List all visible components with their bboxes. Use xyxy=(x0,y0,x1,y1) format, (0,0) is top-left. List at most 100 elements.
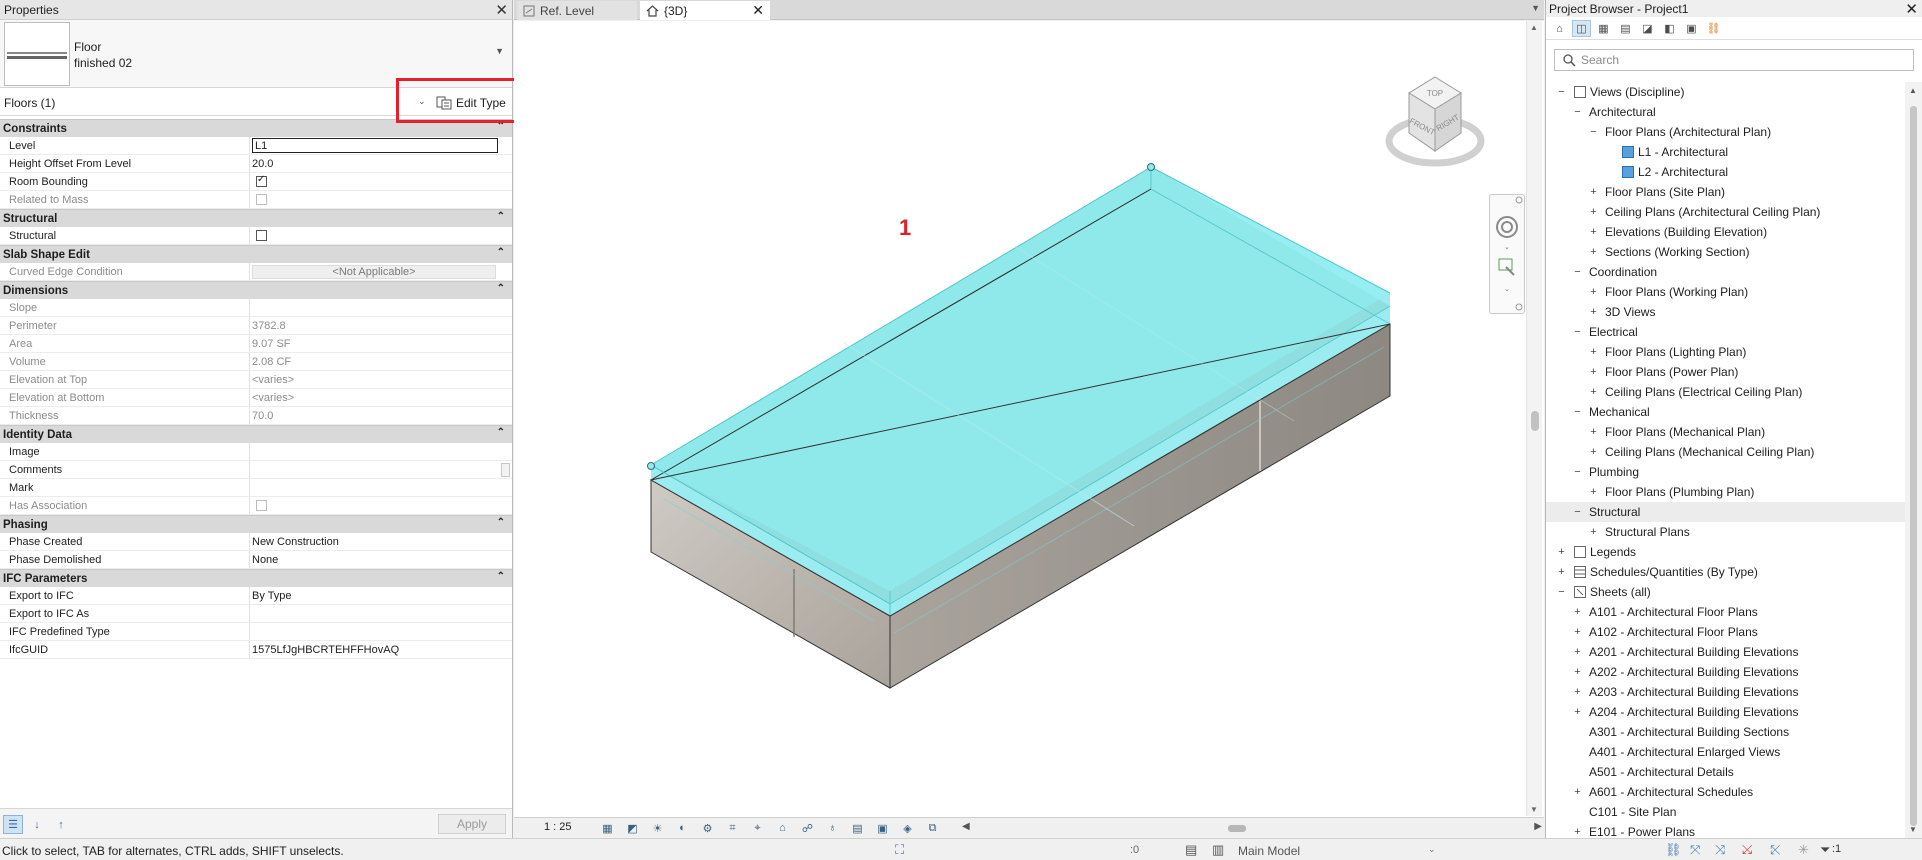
tree-item[interactable]: − Floor Plans (Architectural Plan) xyxy=(1546,122,1906,142)
export-ifc-as-field[interactable] xyxy=(250,605,512,622)
select-pinned-icon[interactable]: ⤨ xyxy=(1715,842,1725,858)
phase-created-field[interactable]: New Construction xyxy=(250,533,512,550)
expand-icon[interactable]: + xyxy=(1588,306,1599,318)
filter-icon[interactable]: ⏷ xyxy=(1820,842,1830,858)
tree-item[interactable]: + Structural Plans xyxy=(1546,522,1906,542)
tab-ref-level[interactable]: Ref. Level xyxy=(517,1,637,20)
expand-icon[interactable]: + xyxy=(1556,546,1567,558)
collapse-icon[interactable]: ⌃ xyxy=(497,517,505,528)
temporary-properties-icon[interactable]: ▣ xyxy=(873,820,892,836)
tree-item[interactable]: + Schedules/Quantities (By Type) xyxy=(1546,562,1906,582)
tab-3d[interactable]: {3D} ✕ xyxy=(640,1,770,20)
scroll-thumb[interactable] xyxy=(1910,106,1917,826)
expand-icon[interactable]: + xyxy=(1588,186,1599,198)
scroll-down-icon[interactable]: ▼ xyxy=(1530,805,1538,814)
collapse-icon[interactable]: − xyxy=(1588,126,1599,138)
tree-item[interactable]: − Mechanical xyxy=(1546,402,1906,422)
expand-icon[interactable]: + xyxy=(1588,286,1599,298)
tree-item[interactable]: +C101 - Site Plan xyxy=(1546,802,1906,822)
expand-icon[interactable]: + xyxy=(1588,446,1599,458)
close-icon[interactable]: ✕ xyxy=(495,1,508,19)
height-offset-field[interactable]: 20.0 xyxy=(250,155,512,172)
sort-descending-icon[interactable]: ↑ xyxy=(51,815,71,834)
viewport-horizontal-scrollbar[interactable]: ◀ ▶ xyxy=(962,821,1542,835)
design-options-icon[interactable]: ▤ xyxy=(1185,842,1197,858)
tree-item[interactable]: − Electrical xyxy=(1546,322,1906,342)
collapse-icon[interactable]: ⌃ xyxy=(497,427,505,438)
expand-icon[interactable]: + xyxy=(1572,826,1583,838)
tree-item[interactable]: + Sections (Working Section) xyxy=(1546,242,1906,262)
select-links-icon[interactable]: ⛓ xyxy=(1665,842,1682,858)
tree-item[interactable]: + Legends xyxy=(1546,542,1906,562)
view-scale[interactable]: 1 : 25 xyxy=(544,821,572,833)
expand-icon[interactable]: + xyxy=(1588,526,1599,538)
scroll-down-icon[interactable]: ▼ xyxy=(1909,825,1917,834)
tree-item[interactable]: +L2 - Architectural xyxy=(1546,162,1906,182)
sun-path-icon[interactable]: ☀ xyxy=(648,820,667,836)
expand-icon[interactable]: + xyxy=(1572,666,1583,678)
search-input[interactable]: Search xyxy=(1554,49,1914,71)
expand-icon[interactable]: + xyxy=(1572,686,1583,698)
tree-item[interactable]: + A202 - Architectural Building Elevation… xyxy=(1546,662,1906,682)
tree-item[interactable]: + Floor Plans (Plumbing Plan) xyxy=(1546,482,1906,502)
mark-field[interactable] xyxy=(250,479,512,496)
browser-scrollbar[interactable]: ▲ ▼ xyxy=(1905,82,1922,838)
drag-elements-icon[interactable]: ⤪ xyxy=(1770,842,1780,858)
browse-button[interactable] xyxy=(501,463,510,477)
export-ifc-field[interactable]: By Type xyxy=(250,587,512,604)
apply-button[interactable]: Apply xyxy=(438,814,506,834)
scroll-up-icon[interactable]: ▲ xyxy=(1530,23,1538,32)
scroll-right-icon[interactable]: ▶ xyxy=(1534,821,1542,832)
tree-item[interactable]: + A101 - Architectural Floor Plans xyxy=(1546,602,1906,622)
background-process-icon[interactable]: ✳ xyxy=(1798,842,1809,858)
chevron-down-icon[interactable]: ⌄ xyxy=(1428,844,1436,855)
tab-menu-icon[interactable]: ▼ xyxy=(1531,3,1540,13)
structural-checkbox[interactable] xyxy=(256,230,267,241)
group-slab-shape-edit[interactable]: Slab Shape Edit ⌃ xyxy=(0,245,512,263)
phase-demolished-field[interactable]: None xyxy=(250,551,512,568)
tree-item[interactable]: +A401 - Architectural Enlarged Views xyxy=(1546,742,1906,762)
expand-icon[interactable]: + xyxy=(1572,646,1583,658)
collapse-icon[interactable]: ⌃ xyxy=(497,283,505,294)
collapse-icon[interactable]: − xyxy=(1572,266,1583,278)
collapse-icon[interactable]: ⌃ xyxy=(497,211,505,222)
sheets-icon[interactable]: ◪ xyxy=(1638,20,1657,37)
detail-level-icon[interactable]: ▦ xyxy=(598,820,617,836)
active-option-icon[interactable]: ▥ xyxy=(1212,842,1224,858)
tree-item[interactable]: + Floor Plans (Mechanical Plan) xyxy=(1546,422,1906,442)
tree-item[interactable]: − Coordination xyxy=(1546,262,1906,282)
collapse-icon[interactable]: − xyxy=(1572,466,1583,478)
tree-item[interactable]: + Floor Plans (Site Plan) xyxy=(1546,182,1906,202)
chevron-down-icon[interactable]: ▼ xyxy=(495,46,504,56)
close-icon[interactable]: ✕ xyxy=(1905,0,1918,18)
tree-item[interactable]: +3D Views xyxy=(1546,302,1906,322)
sort-ascending-icon[interactable]: ↓ xyxy=(27,815,47,834)
shadows-icon[interactable]: ◐ xyxy=(673,820,692,836)
worksharing-icon[interactable]: ▤ xyxy=(848,820,867,836)
close-icon[interactable]: ✕ xyxy=(752,2,764,19)
tree-item[interactable]: + A601 - Architectural Schedules xyxy=(1546,782,1906,802)
tree-item[interactable]: +A501 - Architectural Details xyxy=(1546,762,1906,782)
home-icon[interactable]: ⌂ xyxy=(1550,20,1569,37)
3d-viewport[interactable]: TOP FRONT RIGHT 1 ⌄ ⌄ ▲ ▼ xyxy=(514,21,1544,817)
collapse-icon[interactable]: − xyxy=(1556,586,1567,598)
scroll-left-icon[interactable]: ◀ xyxy=(962,821,970,832)
expand-icon[interactable]: + xyxy=(1588,226,1599,238)
expand-icon[interactable]: + xyxy=(1588,366,1599,378)
reveal-hidden-icon[interactable]: ♁ xyxy=(823,820,842,836)
expand-icon[interactable]: + xyxy=(1572,626,1583,638)
image-field[interactable] xyxy=(250,443,512,460)
tree-item[interactable]: − Plumbing xyxy=(1546,462,1906,482)
tree-item[interactable]: + Ceiling Plans (Mechanical Ceiling Plan) xyxy=(1546,442,1906,462)
tree-item[interactable]: + Ceiling Plans (Electrical Ceiling Plan) xyxy=(1546,382,1906,402)
worksets-icon[interactable]: ⛶ xyxy=(895,842,904,858)
tree-item[interactable]: +L1 - Architectural xyxy=(1546,142,1906,162)
group-identity-data[interactable]: Identity Data ⌃ xyxy=(0,425,512,443)
constraints-icon[interactable]: ⧉ xyxy=(923,820,942,836)
active-model[interactable]: Main Model xyxy=(1238,844,1300,858)
scroll-thumb[interactable] xyxy=(1531,411,1539,431)
expand-icon[interactable]: + xyxy=(1588,426,1599,438)
temporary-hide-icon[interactable]: ☍ xyxy=(798,820,817,836)
navigation-bar[interactable]: ⌄ ⌄ xyxy=(1489,194,1525,314)
group-ifc-parameters[interactable]: IFC Parameters ⌃ xyxy=(0,569,512,587)
